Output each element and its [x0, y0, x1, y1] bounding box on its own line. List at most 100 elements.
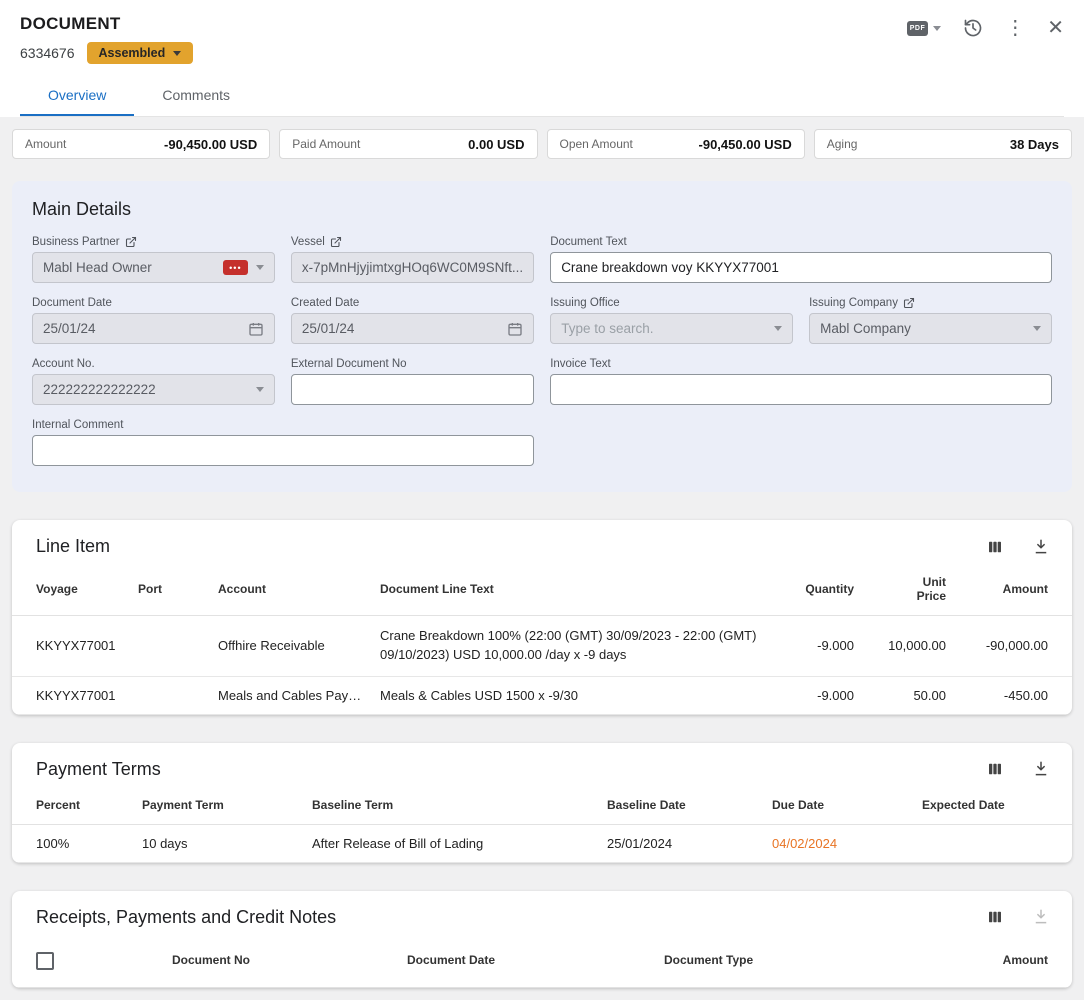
- created-date-value: 25/01/24: [302, 321, 499, 336]
- summary-label: Amount: [25, 137, 66, 151]
- issuing-company-value: Mabl Company: [820, 321, 1025, 336]
- field-label: Account No.: [32, 358, 95, 370]
- more-options-button[interactable]: ⋮: [1005, 18, 1025, 38]
- invoice-text-input[interactable]: [550, 374, 1052, 405]
- document-date-picker: 25/01/24: [32, 313, 275, 344]
- table-row[interactable]: 100% 10 days After Release of Bill of La…: [12, 824, 1072, 862]
- issuing-office-select: Type to search.: [550, 313, 793, 344]
- field-label: Issuing Office: [550, 297, 619, 309]
- download-button-disabled: [1032, 908, 1050, 926]
- line-item-table: Voyage Port Account Document Line Text Q…: [12, 567, 1072, 715]
- section-title: Payment Terms: [36, 759, 161, 780]
- field-label: Business Partner: [32, 236, 120, 248]
- field-document-date: Document Date 25/01/24: [32, 297, 275, 344]
- table-header-row: Document No Document Date Document Type …: [12, 938, 1072, 988]
- payment-terms-section: Payment Terms Percent Payment Term Basel…: [12, 743, 1072, 863]
- created-date-picker: 25/01/24: [291, 313, 534, 344]
- internal-comment-input[interactable]: [32, 435, 534, 466]
- col-account: Account: [210, 567, 372, 616]
- document-text-input[interactable]: [550, 252, 1052, 283]
- summary-card-amount: Amount -90,450.00 USD: [12, 129, 270, 159]
- tab-comments[interactable]: Comments: [134, 76, 258, 116]
- history-icon: [963, 18, 983, 38]
- partner-flag-icon[interactable]: •••: [223, 260, 248, 275]
- field-business-partner: Business Partner Mabl Head Owner •••: [32, 236, 275, 283]
- external-link-icon[interactable]: [330, 236, 342, 248]
- external-link-icon[interactable]: [903, 297, 915, 309]
- table-row[interactable]: KKYYX77001 Meals and Cables Pay… Meals &…: [12, 676, 1072, 714]
- col-document-type: Document Type: [656, 938, 942, 988]
- history-button[interactable]: [963, 18, 983, 38]
- pdf-icon: PDF: [907, 21, 929, 36]
- download-icon: [1032, 538, 1050, 556]
- summary-card-open-amount: Open Amount -90,450.00 USD: [547, 129, 805, 159]
- table-row[interactable]: KKYYX77001 Offhire Receivable Crane Brea…: [12, 616, 1072, 677]
- col-amount: Amount: [942, 938, 1072, 988]
- column-settings-button[interactable]: [986, 760, 1004, 778]
- summary-cards: Amount -90,450.00 USD Paid Amount 0.00 U…: [12, 129, 1072, 159]
- col-payment-term: Payment Term: [134, 790, 304, 825]
- document-header: DOCUMENT 6334676 Assembled PDF ⋮ ✕ Overv…: [0, 0, 1084, 117]
- cell-baseline-term: After Release of Bill of Lading: [304, 824, 599, 862]
- business-partner-select[interactable]: Mabl Head Owner •••: [32, 252, 275, 283]
- external-link-icon[interactable]: [125, 236, 137, 248]
- columns-icon: [986, 760, 1004, 778]
- field-account-no: Account No. 222222222222222: [32, 358, 275, 405]
- tab-overview[interactable]: Overview: [20, 76, 134, 116]
- close-button[interactable]: ✕: [1047, 18, 1064, 38]
- status-badge-label: Assembled: [99, 46, 166, 60]
- line-item-section: Line Item Voyage Port Account Document L…: [12, 520, 1072, 715]
- document-date-value: 25/01/24: [43, 321, 240, 336]
- field-label: Issuing Company: [809, 297, 898, 309]
- field-created-date: Created Date 25/01/24: [291, 297, 534, 344]
- summary-label: Open Amount: [560, 137, 633, 151]
- chevron-down-icon: [774, 326, 782, 331]
- column-settings-button[interactable]: [986, 538, 1004, 556]
- cell-due-date: 04/02/2024: [764, 824, 914, 862]
- field-document-text: Document Text: [550, 236, 1052, 283]
- vessel-value: x-7pMnHjyjimtxgHOq6WC0M9SNft...: [302, 260, 523, 275]
- summary-card-aging: Aging 38 Days: [814, 129, 1072, 159]
- section-title: Line Item: [36, 536, 110, 557]
- document-number: 6334676: [20, 45, 75, 61]
- pdf-export-button[interactable]: PDF: [907, 21, 942, 36]
- field-label: Invoice Text: [550, 358, 611, 370]
- kebab-menu-icon: ⋮: [1005, 18, 1025, 38]
- field-issuing-company: Issuing Company Mabl Company: [809, 297, 1052, 344]
- download-button[interactable]: [1032, 538, 1050, 556]
- issuing-company-select: Mabl Company: [809, 313, 1052, 344]
- chevron-down-icon: [933, 26, 941, 31]
- section-title: Receipts, Payments and Credit Notes: [36, 907, 336, 928]
- summary-value: -90,450.00 USD: [699, 137, 792, 152]
- col-expected-date: Expected Date: [914, 790, 1072, 825]
- cell-account: Offhire Receivable: [210, 616, 372, 677]
- field-label: Document Date: [32, 297, 112, 309]
- status-badge-dropdown[interactable]: Assembled: [87, 42, 194, 64]
- field-internal-comment: Internal Comment: [32, 419, 534, 466]
- cell-baseline-date: 25/01/2024: [599, 824, 764, 862]
- cell-unit-price: 50.00: [862, 676, 954, 714]
- cell-port: [130, 616, 210, 677]
- section-title: Main Details: [32, 199, 1052, 220]
- download-button[interactable]: [1032, 760, 1050, 778]
- cell-account: Meals and Cables Pay…: [210, 676, 372, 714]
- select-all-checkbox[interactable]: [36, 952, 54, 970]
- summary-label: Aging: [827, 137, 858, 151]
- business-partner-value: Mabl Head Owner: [43, 260, 215, 275]
- payment-terms-table: Percent Payment Term Baseline Term Basel…: [12, 790, 1072, 863]
- calendar-icon: [248, 321, 264, 337]
- cell-port: [130, 676, 210, 714]
- column-settings-button[interactable]: [986, 908, 1004, 926]
- cell-amount: -90,000.00: [954, 616, 1072, 677]
- account-no-select: 222222222222222: [32, 374, 275, 405]
- col-baseline-term: Baseline Term: [304, 790, 599, 825]
- cell-document-line-text: Meals & Cables USD 1500 x -9/30: [372, 676, 767, 714]
- download-icon: [1032, 760, 1050, 778]
- col-quantity: Quantity: [767, 567, 862, 616]
- receipts-section: Receipts, Payments and Credit Notes Docu…: [12, 891, 1072, 988]
- cell-unit-price: 10,000.00: [862, 616, 954, 677]
- col-percent: Percent: [12, 790, 134, 825]
- external-document-no-input[interactable]: [291, 374, 534, 405]
- field-label: Created Date: [291, 297, 359, 309]
- field-issuing-office: Issuing Office Type to search.: [550, 297, 793, 344]
